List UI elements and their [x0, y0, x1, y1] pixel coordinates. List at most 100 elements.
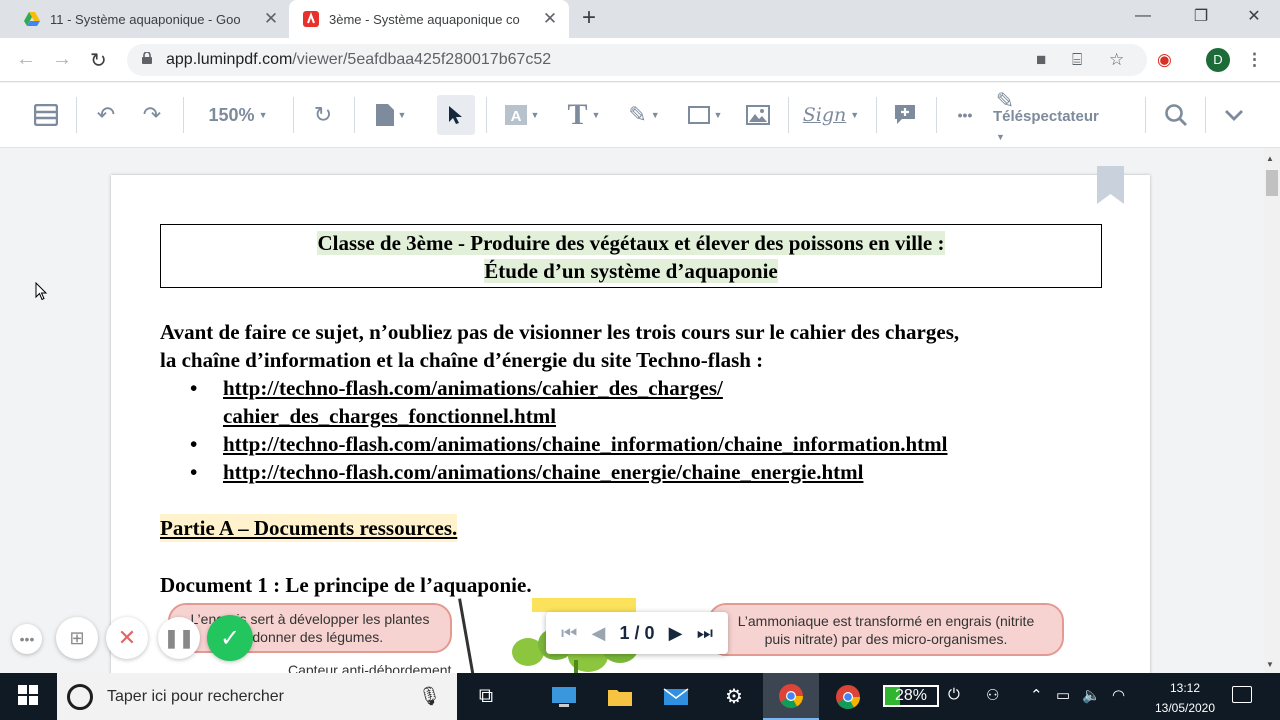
- chevron-down-icon[interactable]: ▼: [996, 132, 1005, 142]
- page-indicator[interactable]: 1 / 0: [619, 623, 654, 644]
- bullet: •: [190, 460, 198, 484]
- chrome-icon[interactable]: [820, 673, 876, 720]
- lumin-pdf-icon: [303, 11, 319, 27]
- url-path: /viewer/5eafdbaa425f280017b67c52: [292, 51, 552, 68]
- undo-icon[interactable]: ↶: [88, 83, 124, 147]
- forward-arrow-icon[interactable]: →: [52, 48, 72, 71]
- first-page-icon[interactable]: ⏮: [561, 623, 577, 644]
- recorder-pause-icon[interactable]: ❚❚: [158, 617, 200, 659]
- tab-title: 3ème - Système aquaponique co: [329, 11, 520, 27]
- profile-avatar[interactable]: D: [1206, 48, 1230, 72]
- chrome-icon[interactable]: [763, 673, 819, 720]
- battery-percent: 28%: [894, 687, 928, 704]
- back-arrow-icon[interactable]: ←: [16, 48, 36, 71]
- text-box-icon: A: [504, 105, 527, 125]
- link-chaine-energie[interactable]: http://techno-flash.com/animations/chain…: [223, 460, 863, 484]
- taskbar-search-box[interactable]: Taper ici pour rechercher 🎙: [57, 673, 457, 720]
- rectangle-icon: [687, 106, 710, 124]
- star-icon[interactable]: ☆: [1109, 50, 1124, 70]
- recorder-camera-icon[interactable]: ⊞: [56, 617, 98, 659]
- reload-icon[interactable]: ↻: [90, 48, 107, 73]
- bookmark-icon[interactable]: [1097, 166, 1124, 204]
- zoom-dropdown[interactable]: 150% ▼: [196, 83, 280, 147]
- recorder-more-icon[interactable]: •••: [12, 624, 42, 654]
- chevron-up-icon[interactable]: ⌃: [1030, 686, 1043, 704]
- pen-tool-dropdown[interactable]: ✎ ▼: [620, 83, 668, 147]
- link-chaine-information[interactable]: http://techno-flash.com/animations/chain…: [223, 432, 948, 456]
- bubble-line: puis nitrate) par des micro-organismes.: [764, 631, 1008, 647]
- intro-line-1: Avant de faire ce sujet, n’oubliez pas d…: [160, 320, 960, 344]
- page-navigator: ⏮ ◀ 1 / 0 ▶ ⏭: [546, 612, 728, 654]
- power-plug-icon[interactable]: ⏻: [948, 686, 960, 703]
- search-icon[interactable]: [1158, 83, 1194, 147]
- vertical-scrollbar[interactable]: [1264, 148, 1280, 673]
- toolbar-divider: [1145, 97, 1146, 133]
- recorder-finish-check-icon[interactable]: ✓: [207, 615, 253, 661]
- link-cahier-des-charges[interactable]: http://techno-flash.com/animations/cahie…: [223, 376, 723, 428]
- list-item: • http://techno-flash.com/animations/cah…: [190, 374, 948, 430]
- maximize-button[interactable]: ❐: [1178, 0, 1224, 32]
- document-title-line-1: Classe de 3ème - Produire des végétaux e…: [317, 231, 945, 255]
- camera-icon[interactable]: ■: [1036, 50, 1046, 70]
- task-view-icon[interactable]: ⧉: [458, 673, 514, 720]
- tab-google-drive[interactable]: 11 - Système aquaponique - Goo ✕: [0, 0, 288, 38]
- previous-page-icon[interactable]: ◀: [591, 623, 605, 644]
- taskbar-clock[interactable]: 13:12 13/05/2020: [1140, 678, 1230, 718]
- last-page-icon[interactable]: ⏭: [697, 623, 713, 644]
- resource-links-list: • http://techno-flash.com/animations/cah…: [190, 374, 948, 486]
- wifi-icon[interactable]: ◠: [1112, 686, 1125, 704]
- notification-center-icon[interactable]: [1232, 686, 1252, 703]
- windows-start-icon[interactable]: [18, 685, 38, 705]
- link-line: http://techno-flash.com/animations/cahie…: [223, 376, 723, 400]
- redo-icon[interactable]: ↷: [134, 83, 170, 147]
- extension-icon[interactable]: ◉: [1157, 50, 1172, 70]
- close-window-button[interactable]: ✕: [1231, 0, 1277, 32]
- cortana-icon: [67, 683, 93, 710]
- bullet: •: [190, 432, 198, 456]
- section-heading-part-a: Partie A – Documents ressources.: [160, 514, 458, 542]
- collapse-toolbar-chevron-icon[interactable]: [1216, 83, 1252, 147]
- toolbar-divider: [76, 97, 77, 133]
- url-text[interactable]: app.luminpdf.com/viewer/5eafdbaa425f2800…: [166, 51, 551, 69]
- chevron-down-icon: ▼: [258, 110, 268, 120]
- viewer-mode-label: Téléspectateur: [993, 108, 1099, 125]
- bullet: •: [190, 376, 198, 400]
- volume-icon[interactable]: 🔈: [1082, 686, 1101, 704]
- minimize-button[interactable]: —: [1120, 0, 1166, 32]
- next-page-icon[interactable]: ▶: [669, 623, 683, 644]
- document-title-box: Classe de 3ème - Produire des végétaux e…: [160, 224, 1102, 288]
- tab-close-icon[interactable]: ✕: [542, 9, 558, 29]
- shape-tool-dropdown[interactable]: ▼: [680, 83, 730, 147]
- microphone-icon[interactable]: 🎙: [418, 686, 441, 707]
- viewer-mode-dropdown[interactable]: Téléspectateur: [993, 108, 1099, 125]
- add-comment-icon[interactable]: [887, 83, 923, 147]
- rotate-icon[interactable]: ↻: [305, 83, 341, 147]
- page-tools-dropdown[interactable]: ▼: [366, 83, 416, 147]
- image-icon[interactable]: [740, 83, 776, 147]
- recorder-delete-icon[interactable]: ✕: [106, 617, 148, 659]
- tab-lumin-pdf[interactable]: 3ème - Système aquaponique co ✕: [289, 0, 569, 38]
- translate-icon[interactable]: ⌸: [1072, 50, 1082, 70]
- scroll-down-arrow-icon[interactable]: ▼: [1266, 660, 1274, 669]
- sign-dropdown[interactable]: Sign ▼: [798, 83, 864, 147]
- battery-tray-icon[interactable]: ▭: [1056, 686, 1070, 704]
- file-icon: [375, 104, 394, 126]
- battery-indicator[interactable]: 28%: [883, 685, 939, 707]
- select-tool-icon[interactable]: [437, 95, 475, 135]
- text-tool-dropdown[interactable]: T ▼: [560, 83, 608, 147]
- mail-icon[interactable]: [648, 673, 704, 720]
- toolbar-divider: [1205, 97, 1206, 133]
- scroll-up-arrow-icon[interactable]: ▲: [1266, 154, 1274, 163]
- tab-close-icon[interactable]: ✕: [263, 9, 279, 29]
- file-explorer-icon[interactable]: [592, 673, 648, 720]
- people-icon[interactable]: ⚇: [986, 686, 999, 704]
- more-tools-icon[interactable]: •••: [945, 83, 985, 147]
- new-tab-button[interactable]: +: [582, 4, 596, 32]
- kebab-menu-icon[interactable]: ⋮: [1246, 50, 1263, 70]
- settings-gear-icon[interactable]: ⚙: [706, 673, 762, 720]
- scrollbar-thumb[interactable]: [1266, 170, 1278, 196]
- toolbar-divider: [293, 97, 294, 133]
- taskbar-app-icon[interactable]: [536, 673, 592, 720]
- thumbnails-icon[interactable]: [28, 83, 64, 147]
- text-highlight-dropdown[interactable]: A ▼: [498, 83, 546, 147]
